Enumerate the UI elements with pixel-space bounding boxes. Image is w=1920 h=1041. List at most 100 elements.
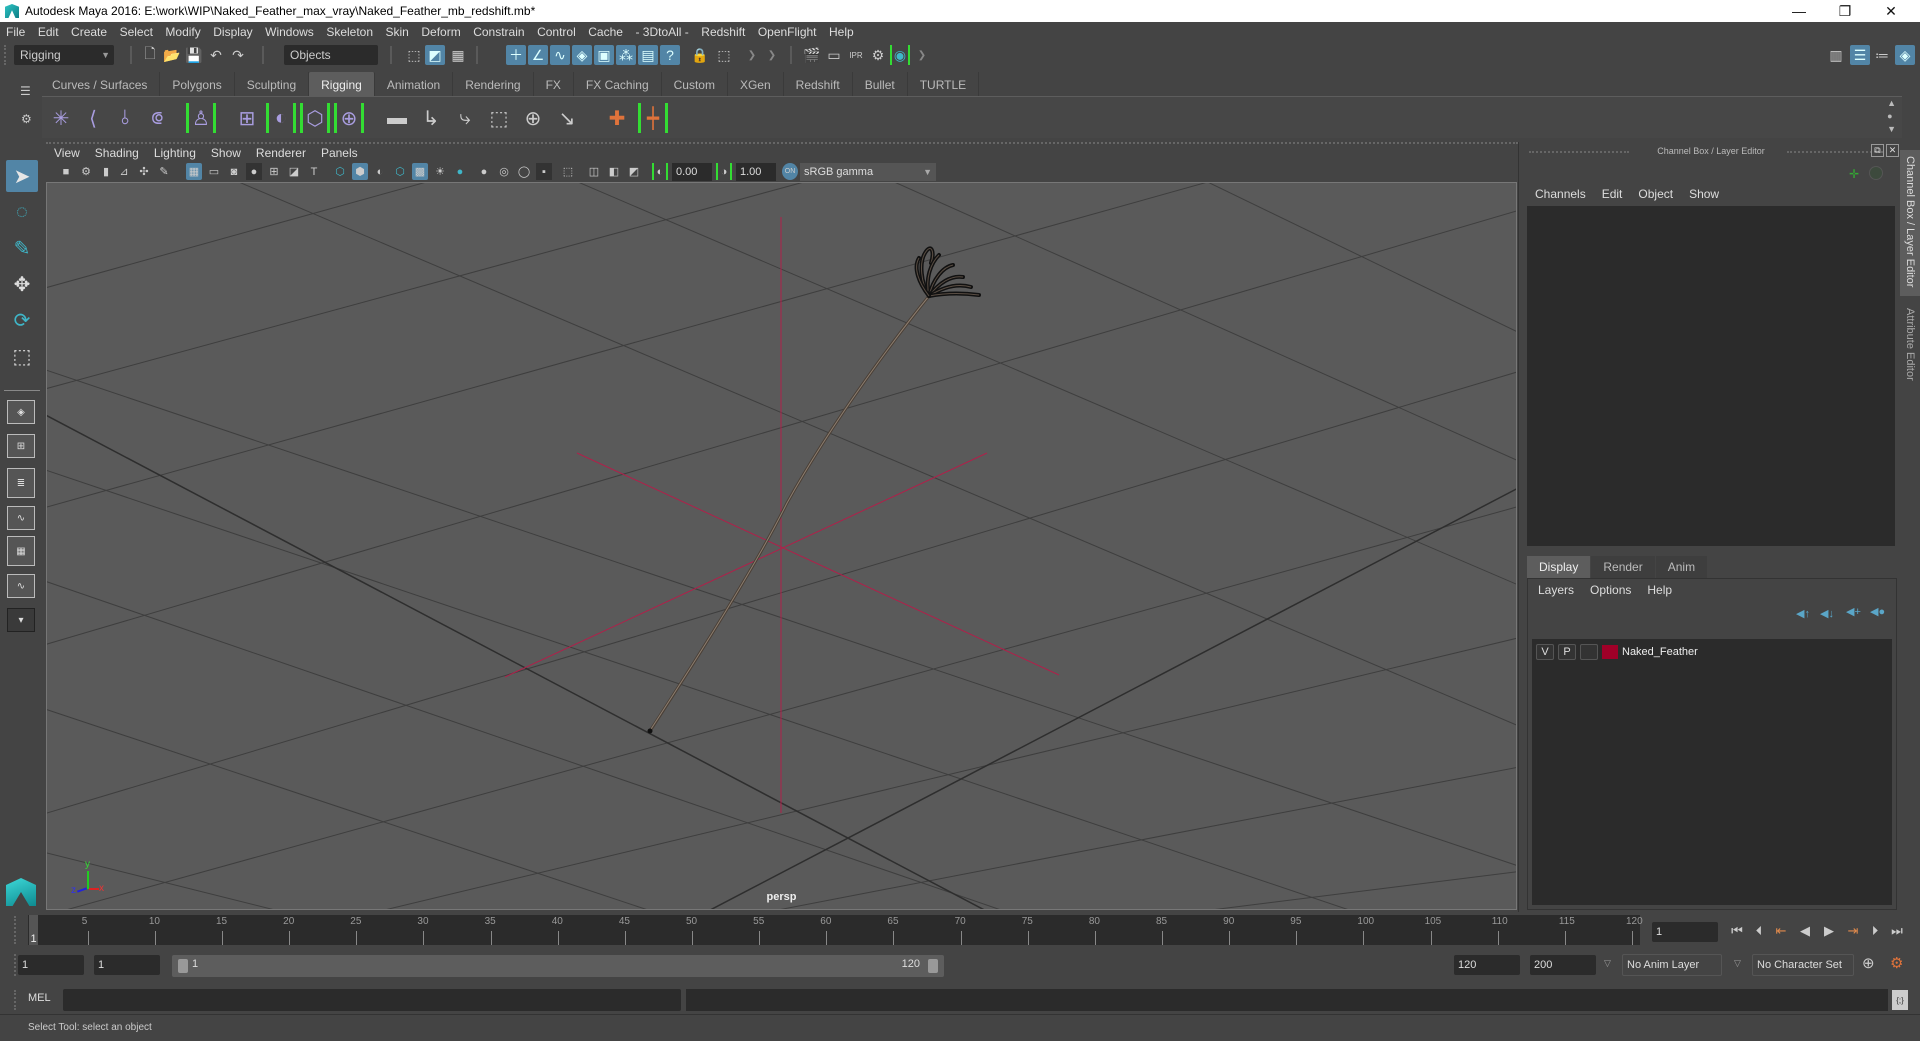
- isolate-select-icon[interactable]: ⬚: [560, 163, 576, 180]
- gamma-field[interactable]: 1.00: [736, 163, 776, 181]
- menuset-dropdown[interactable]: Rigging ▼: [14, 45, 114, 65]
- restore-button[interactable]: ❐: [1822, 0, 1868, 22]
- grid-icon[interactable]: ▦: [186, 163, 202, 180]
- render-current-icon[interactable]: ▭: [824, 45, 844, 65]
- move-layer-up-icon[interactable]: ◀↑: [1796, 607, 1810, 620]
- current-frame-marker[interactable]: 1: [29, 915, 38, 945]
- scale-tool-icon[interactable]: ⬚: [6, 340, 38, 372]
- timeslider-grip[interactable]: [14, 916, 18, 944]
- four-view-icon[interactable]: ⊞: [7, 434, 35, 458]
- screen-space-ao-icon[interactable]: ●: [476, 163, 492, 180]
- viewport-menu-lighting[interactable]: Lighting: [154, 146, 196, 160]
- pole-vector-icon[interactable]: ↘: [552, 103, 582, 133]
- menu-skeleton[interactable]: Skeleton: [326, 25, 373, 39]
- hypershade-icon[interactable]: ◉: [890, 45, 910, 65]
- select-camera-icon[interactable]: ■: [58, 163, 74, 180]
- snap-grid-icon[interactable]: ＋: [506, 45, 526, 65]
- select-tool-icon[interactable]: ➤: [6, 160, 38, 192]
- command-line-grip[interactable]: [14, 990, 18, 1010]
- color-management-toggle[interactable]: ON: [782, 163, 798, 180]
- scale-constraint-icon[interactable]: ⬚: [484, 103, 514, 133]
- shelf-tab-fx-caching[interactable]: FX Caching: [573, 72, 662, 96]
- quick-rig-icon[interactable]: ♙: [186, 103, 216, 133]
- channel-menu-object[interactable]: Object: [1638, 187, 1673, 201]
- step-forward-key-icon[interactable]: ⇥: [1844, 922, 1862, 940]
- new-scene-icon[interactable]: 🗋: [140, 45, 160, 65]
- lattice-icon[interactable]: ⬡: [300, 103, 330, 133]
- safe-action-icon[interactable]: ◪: [286, 163, 302, 180]
- two-d-pan-icon[interactable]: ✣: [136, 163, 152, 180]
- menu-deform[interactable]: Deform: [421, 25, 460, 39]
- depth-of-field-icon[interactable]: ▪: [536, 163, 552, 180]
- select-by-hierarchy-icon[interactable]: ⬚: [404, 45, 424, 65]
- character-set-dropdown[interactable]: No Character Set: [1752, 954, 1854, 976]
- shelf-tab-animation[interactable]: Animation: [374, 72, 454, 96]
- menu-cache[interactable]: Cache: [588, 25, 623, 39]
- layer-tab-anim[interactable]: Anim: [1655, 556, 1708, 578]
- shelf-tab-rigging[interactable]: Rigging: [309, 72, 375, 96]
- render-view-icon[interactable]: 🎬: [802, 45, 822, 65]
- layer-visibility-toggle[interactable]: V: [1536, 644, 1554, 660]
- layer-type-toggle[interactable]: [1580, 644, 1598, 660]
- shelf-tab-xgen[interactable]: XGen: [727, 72, 784, 96]
- default-material-icon[interactable]: ◐: [372, 163, 388, 180]
- layer-tab-display[interactable]: Display: [1527, 556, 1591, 578]
- menu-windows[interactable]: Windows: [265, 25, 314, 39]
- safe-title-icon[interactable]: T: [306, 163, 322, 180]
- wireframe-icon[interactable]: ⬡: [332, 163, 348, 180]
- single-view-icon[interactable]: ◈: [7, 400, 35, 424]
- attribute-editor-icon[interactable]: ☰: [1850, 45, 1870, 65]
- step-back-frame-icon[interactable]: ⏴: [1750, 922, 1768, 940]
- viewport-menu-shading[interactable]: Shading: [95, 146, 139, 160]
- menu-file[interactable]: File: [6, 25, 25, 39]
- smooth-shade-icon[interactable]: ⬢: [352, 163, 368, 180]
- menu-3dtoall[interactable]: - 3DtoAll -: [635, 25, 688, 39]
- float-panel-icon[interactable]: ⧉: [1871, 144, 1884, 157]
- layer-row[interactable]: V P Naked_Feather: [1536, 643, 1698, 661]
- layer-menu-help[interactable]: Help: [1647, 583, 1672, 597]
- render-icon[interactable]: ▤: [638, 45, 658, 65]
- side-tab-channel-box[interactable]: Channel Box / Layer Editor: [1900, 150, 1920, 296]
- shelf-tab-sculpting[interactable]: Sculpting: [234, 72, 310, 96]
- smooth-bind-icon[interactable]: ◐: [266, 103, 296, 133]
- menu-modify[interactable]: Modify: [165, 25, 200, 39]
- menu-select[interactable]: Select: [120, 25, 153, 39]
- step-forward-frame-icon[interactable]: ⏵: [1866, 922, 1884, 940]
- undo-icon[interactable]: ↶: [206, 45, 226, 65]
- selection-mode-dropdown[interactable]: Objects: [284, 45, 378, 65]
- range-start-handle[interactable]: [178, 959, 188, 973]
- xray-components-icon[interactable]: ◩: [626, 163, 642, 180]
- new-layer-selected-icon[interactable]: ◀●: [1870, 605, 1885, 618]
- shelf-tab-curves-surfaces[interactable]: Curves / Surfaces: [40, 72, 161, 96]
- textured-icon[interactable]: ▩: [412, 163, 428, 180]
- menu-skin[interactable]: Skin: [386, 25, 409, 39]
- channel-list[interactable]: [1527, 206, 1895, 546]
- lock-icon[interactable]: 🔒: [690, 45, 710, 65]
- snap-curve-icon[interactable]: ∠: [528, 45, 548, 65]
- range-slider[interactable]: 1 120: [172, 955, 944, 977]
- snap-view-plane-icon[interactable]: ▣: [594, 45, 614, 65]
- joint-tool-icon[interactable]: ✳: [46, 103, 76, 133]
- animation-preferences-icon[interactable]: ⚙: [1890, 954, 1903, 972]
- shelf-menu-icon[interactable]: ☰: [20, 84, 31, 98]
- menu-constrain[interactable]: Constrain: [473, 25, 524, 39]
- channel-menu-edit[interactable]: Edit: [1602, 187, 1623, 201]
- anim-layer-dropdown[interactable]: No Anim Layer: [1622, 954, 1722, 976]
- viewport-menu-panels[interactable]: Panels: [321, 146, 358, 160]
- layer-playback-toggle[interactable]: P: [1558, 644, 1576, 660]
- lasso-tool-icon[interactable]: ◌: [6, 196, 38, 228]
- shelf-tab-turtle[interactable]: TURTLE: [907, 72, 980, 96]
- select-highlight-icon[interactable]: ⬚: [714, 45, 734, 65]
- script-editor-icon[interactable]: {;}: [1892, 990, 1908, 1010]
- playback-end-field[interactable]: 120: [1454, 955, 1520, 975]
- chevron-down-icon[interactable]: ▽: [1734, 958, 1741, 969]
- graph-persp-icon[interactable]: ∿: [7, 506, 35, 530]
- scene-canvas[interactable]: [47, 183, 1517, 910]
- menu-display[interactable]: Display: [213, 25, 252, 39]
- shelf-tab-redshift[interactable]: Redshift: [783, 72, 853, 96]
- chevron-down-icon[interactable]: ▽: [1604, 958, 1611, 969]
- side-tab-attribute-editor[interactable]: Attribute Editor: [1900, 302, 1920, 402]
- insert-joint-icon[interactable]: ⟃: [142, 103, 172, 133]
- menu-redshift[interactable]: Redshift: [701, 25, 745, 39]
- resolution-gate-icon[interactable]: ◙: [226, 163, 242, 180]
